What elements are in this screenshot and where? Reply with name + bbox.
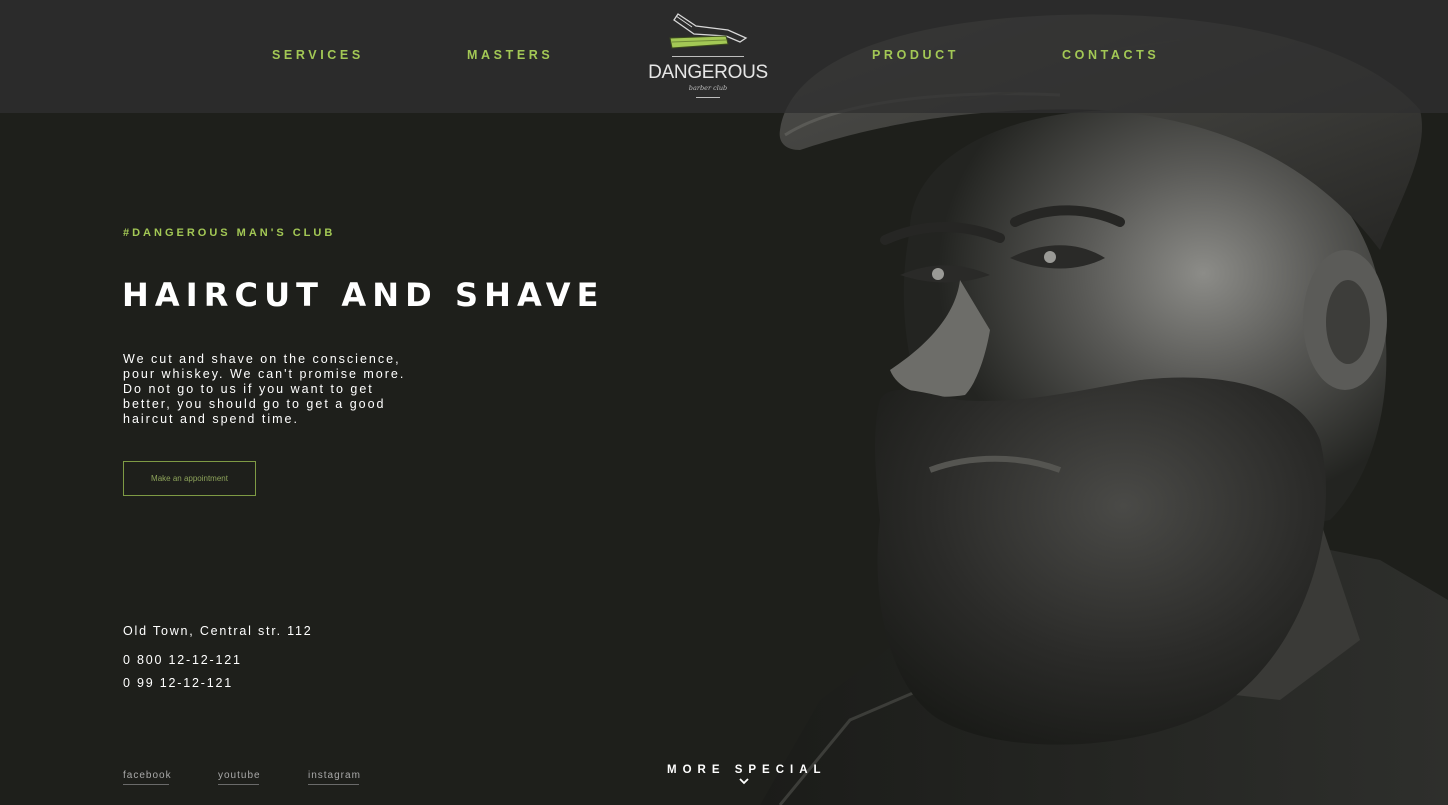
hero-portrait-image [760,0,1448,805]
header-bar: SERVICES MASTERS DANGEROUS barber club P… [0,0,1448,113]
logo-subtitle: barber club [688,84,728,92]
social-facebook-link[interactable]: facebook [123,770,171,785]
nav-product-link[interactable]: PRODUCT [872,48,959,62]
nav-masters-link[interactable]: MASTERS [467,48,553,62]
hero-description: We cut and shave on the conscience, pour… [123,352,406,426]
contact-phone[interactable]: 0 800 12-12-121 [123,653,242,667]
logo-divider [672,56,744,57]
razor-icon [669,13,748,49]
brand-logo[interactable]: DANGEROUS barber club [648,8,768,102]
chevron-down-icon[interactable] [739,778,749,785]
hero-headline: HAIRCUT AND SHAVE [122,276,605,314]
nav-services-link[interactable]: SERVICES [272,48,364,62]
social-instagram-link[interactable]: instagram [308,770,360,785]
nav-contacts-link[interactable]: CONTACTS [1062,48,1159,62]
contact-phone[interactable]: 0 99 12-12-121 [123,676,233,690]
hero-tagline: #DANGEROUS MAN'S CLUB [123,227,336,239]
make-appointment-button[interactable]: Make an appointment [123,461,256,496]
page: SERVICES MASTERS DANGEROUS barber club P… [0,0,1448,805]
contact-address: Old Town, Central str. 112 [123,624,313,638]
logo-underline [696,97,720,98]
logo-title: DANGEROUS [648,62,768,83]
social-youtube-link[interactable]: youtube [218,770,260,785]
more-special-link[interactable]: MORE SPECIAL [667,764,827,776]
